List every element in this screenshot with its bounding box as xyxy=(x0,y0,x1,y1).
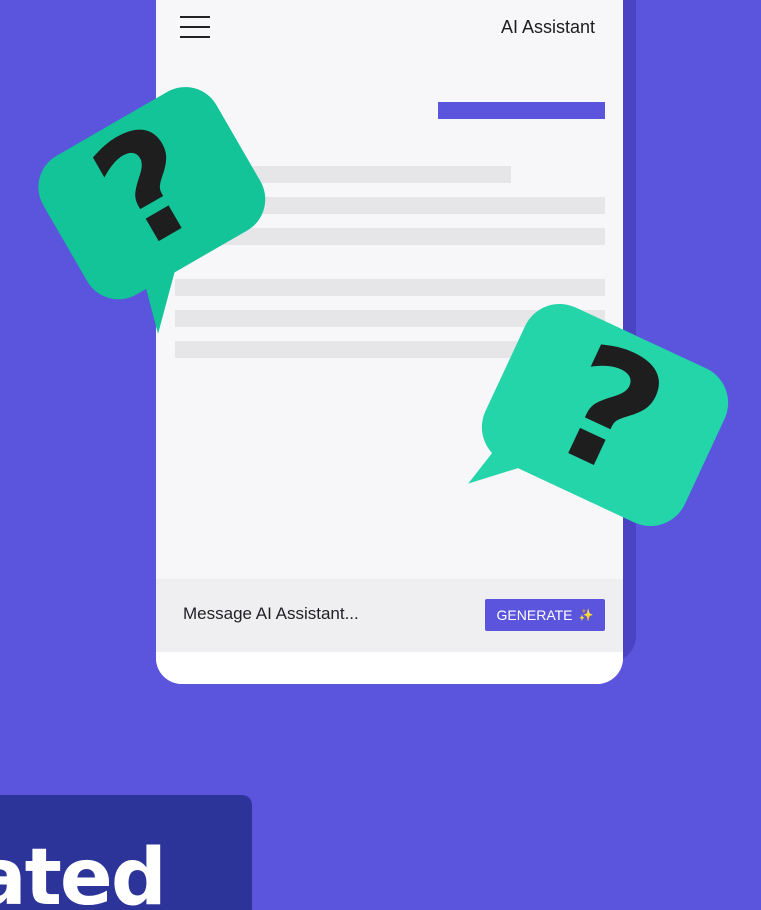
message-composer: Message AI Assistant... GENERATE ✨ xyxy=(156,579,623,652)
app-title: AI Assistant xyxy=(500,17,595,37)
question-bubble-icon: ? xyxy=(38,87,266,334)
user-message-placeholder xyxy=(438,102,605,119)
hamburger-menu-icon[interactable] xyxy=(180,16,210,38)
phone-bottom-bezel xyxy=(156,652,623,684)
message-input[interactable]: Message AI Assistant... xyxy=(183,604,359,624)
generate-button[interactable]: GENERATE ✨ xyxy=(485,599,605,631)
headline-text: ated xyxy=(0,833,167,910)
sparkle-icon: ✨ xyxy=(578,608,594,622)
generate-label: GENERATE xyxy=(496,607,573,623)
question-bubble-icon: ? xyxy=(468,303,729,527)
headline-card: ated xyxy=(0,795,252,910)
